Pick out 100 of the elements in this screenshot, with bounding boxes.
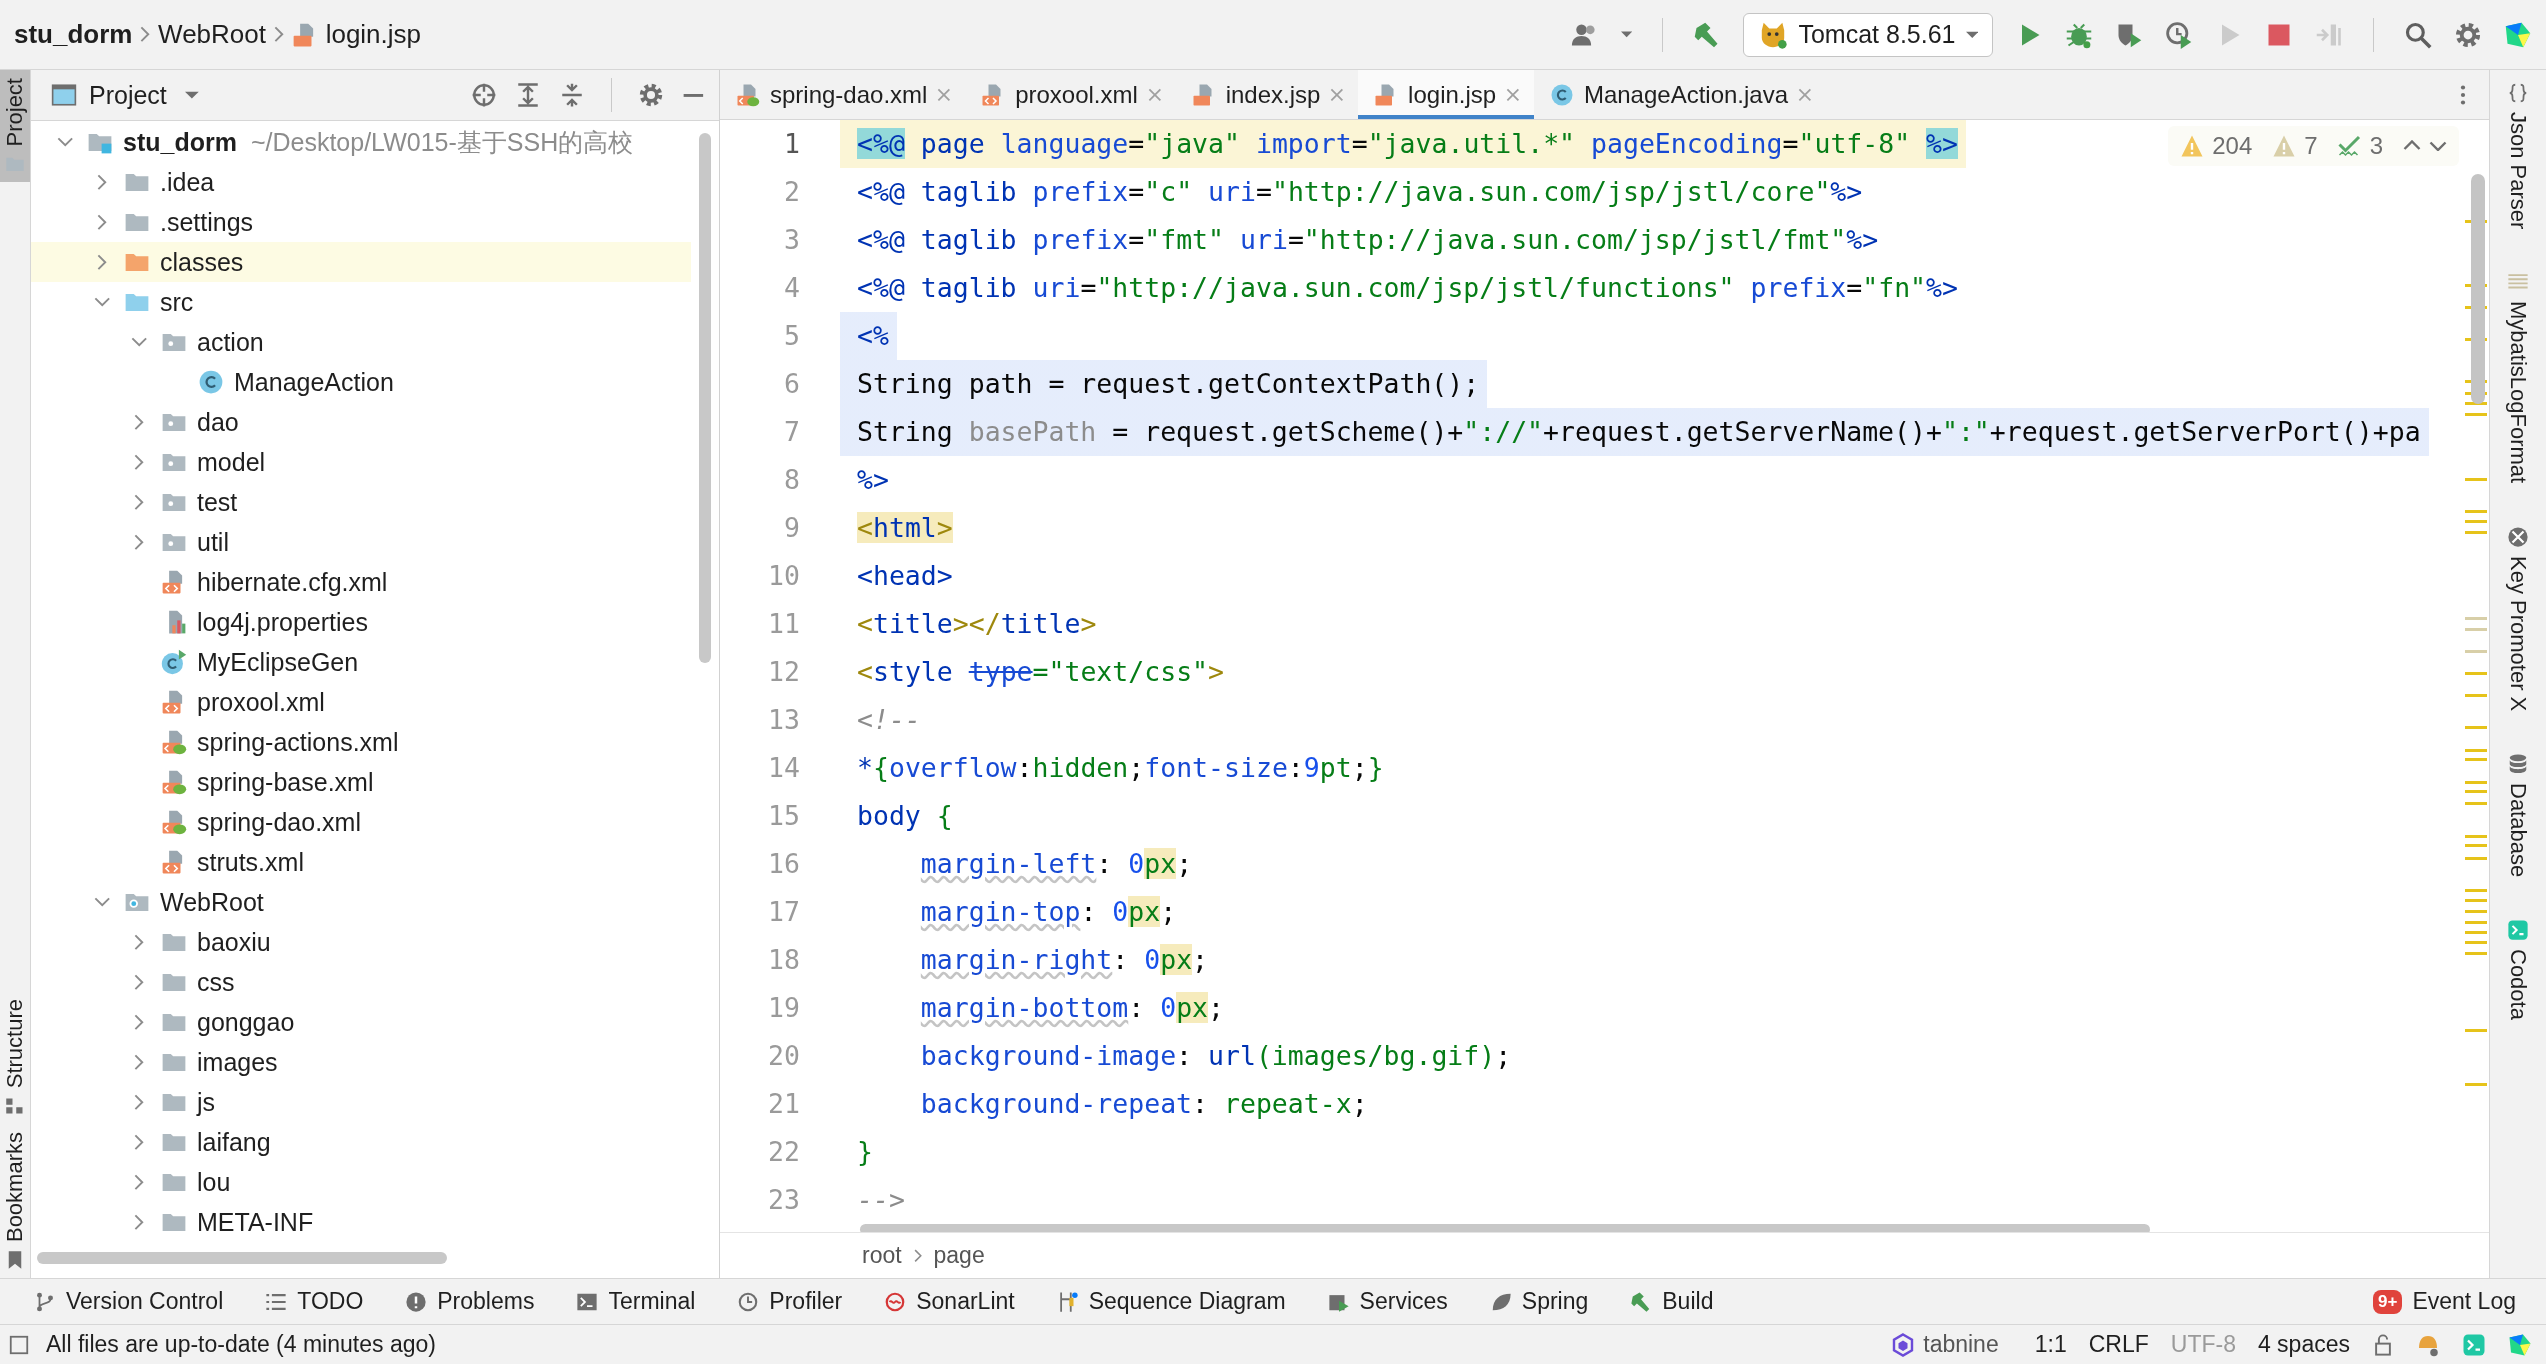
tool-window-tab[interactable]: Bookmarks — [0, 1123, 30, 1278]
tree-item[interactable]: META-INF — [197, 1207, 314, 1237]
tree-item[interactable]: gonggao — [197, 1007, 295, 1037]
tree-item[interactable]: spring-dao.xml — [197, 807, 361, 837]
chevron-right-icon[interactable] — [134, 493, 144, 511]
hexagon-icon[interactable] — [1891, 1332, 1916, 1357]
tree-item[interactable]: stu_dorm — [123, 127, 237, 157]
status-item[interactable]: CRLF — [2088, 1331, 2149, 1358]
chevron-up-icon[interactable] — [2403, 140, 2421, 152]
inspection-widget[interactable]: 204 7 3 — [2168, 126, 2459, 166]
tree-item[interactable]: spring-actions.xml — [197, 727, 399, 757]
lock-icon[interactable] — [2372, 1333, 2394, 1356]
tool-window-button[interactable]: Sequence Diagram — [1056, 1288, 1286, 1315]
breadcrumb-item[interactable]: login.jsp — [325, 19, 422, 50]
chevron-right-icon[interactable] — [97, 253, 107, 271]
event-log-button[interactable]: 9+ Event Log — [2373, 1288, 2516, 1315]
tool-window-tab[interactable]: Json Parser — [2505, 112, 2531, 230]
editor-tab[interactable]: index.jsp — [1175, 70, 1359, 119]
tree-item[interactable]: util — [197, 527, 229, 557]
tool-window-button[interactable]: SonarLint — [884, 1288, 1015, 1315]
close-icon[interactable] — [937, 87, 952, 102]
chevron-right-icon[interactable] — [134, 973, 144, 991]
tool-window-tab[interactable]: MybatisLogFormat — [2505, 301, 2531, 484]
tool-window-tab[interactable]: Structure — [0, 990, 30, 1124]
tool-window-button[interactable]: Build — [1630, 1288, 1714, 1315]
chevron-right-icon[interactable] — [97, 213, 107, 231]
database-icon[interactable] — [2507, 752, 2529, 775]
chevron-right-icon[interactable] — [134, 1133, 144, 1151]
tool-window-tab[interactable]: Database — [2505, 782, 2531, 878]
crosshair-icon[interactable] — [471, 82, 498, 108]
chevron-right-icon[interactable] — [134, 1093, 144, 1111]
settings-icon[interactable] — [638, 82, 665, 108]
tree-item[interactable]: lou — [197, 1167, 231, 1197]
tree-item[interactable]: js — [197, 1087, 216, 1117]
tool-window-button[interactable]: Spring — [1489, 1288, 1589, 1315]
tool-window-tab[interactable]: Project — [0, 70, 30, 183]
editor-tab[interactable]: proxool.xml — [965, 70, 1176, 119]
chevron-right-icon[interactable] — [134, 533, 144, 551]
breadcrumb-item[interactable]: stu_dorm — [14, 19, 133, 50]
tree-item[interactable]: action — [197, 327, 264, 357]
tree-item[interactable]: images — [197, 1047, 278, 1077]
tree-item[interactable]: model — [197, 447, 266, 477]
tree-item[interactable]: dao — [197, 407, 239, 437]
settings-icon[interactable] — [2454, 20, 2482, 49]
panel-title[interactable]: Project — [89, 80, 167, 110]
tree-item[interactable]: src — [160, 287, 194, 317]
tree-item[interactable]: classes — [160, 247, 244, 277]
chevron-right-icon[interactable] — [134, 1053, 144, 1071]
tree-item[interactable]: proxool.xml — [197, 687, 325, 717]
tree-item[interactable]: test — [197, 487, 238, 517]
chevron-down-icon[interactable] — [130, 337, 148, 347]
search-icon[interactable] — [2404, 20, 2432, 49]
tab-label[interactable]: login.jsp — [1408, 80, 1497, 109]
app-logo-icon[interactable] — [2504, 20, 2532, 49]
chevron-down-icon[interactable] — [93, 897, 111, 907]
clock-play-icon[interactable] — [2165, 20, 2193, 49]
tree-item[interactable]: hibernate.cfg.xml — [197, 567, 388, 597]
chevron-right-icon[interactable] — [134, 1173, 144, 1191]
chevron-right-icon[interactable] — [134, 933, 144, 951]
tree-item[interactable]: .idea — [160, 167, 215, 197]
scrollbar-thumb[interactable] — [699, 133, 711, 663]
tab-label[interactable]: index.jsp — [1225, 80, 1321, 109]
scrollbar-thumb[interactable] — [2471, 174, 2485, 404]
chevron-right-icon[interactable] — [97, 173, 107, 191]
chevron-right-icon[interactable] — [134, 453, 144, 471]
editor-tab[interactable]: spring-dao.xml — [720, 70, 966, 119]
editor-tab[interactable]: login.jsp — [1358, 70, 1534, 119]
tab-label[interactable]: spring-dao.xml — [770, 80, 928, 109]
close-icon[interactable] — [1798, 87, 1812, 102]
close-icon[interactable] — [1506, 87, 1520, 102]
chevron-down-icon[interactable] — [93, 297, 111, 307]
editor-tab[interactable]: ManageAction.java — [1533, 70, 1826, 119]
run-configuration-dropdown[interactable]: Tomcat 8.5.61 — [1743, 12, 1993, 57]
tool-window-button[interactable]: Problems — [405, 1288, 535, 1315]
tool-window-button[interactable]: Profiler — [737, 1288, 843, 1315]
chevron-right-icon[interactable] — [134, 413, 144, 431]
tool-window-button[interactable]: Terminal — [576, 1288, 696, 1315]
plugin-name[interactable]: tabnine — [1923, 1331, 1999, 1358]
tool-window-tab[interactable]: Key Promoter X — [2505, 555, 2531, 711]
tree-item[interactable]: MyEclipseGen — [197, 647, 359, 677]
tab-label[interactable]: ManageAction.java — [1583, 80, 1789, 109]
scrollbar-thumb[interactable] — [860, 1224, 2150, 1232]
tree-item[interactable]: ManageAction — [234, 367, 394, 397]
tool-window-button[interactable]: TODO — [265, 1288, 364, 1315]
terminal-icon[interactable] — [2507, 919, 2529, 942]
caret-icon[interactable] — [184, 90, 199, 100]
status-item[interactable]: 1:1 — [2034, 1331, 2067, 1358]
chevron-down-icon[interactable] — [56, 137, 74, 147]
tool-window-button[interactable]: Version Control — [34, 1288, 224, 1315]
breadcrumb-item[interactable]: page — [933, 1242, 985, 1269]
tab-label[interactable]: proxool.xml — [1015, 80, 1138, 109]
braces-icon[interactable] — [2507, 82, 2529, 104]
status-item[interactable]: 4 spaces — [2257, 1331, 2350, 1358]
chevron-right-icon[interactable] — [134, 1213, 144, 1231]
close-icon[interactable] — [1330, 87, 1345, 102]
tree-item[interactable]: WebRoot — [160, 887, 264, 917]
terminal-icon[interactable] — [2462, 1332, 2486, 1357]
tree-item[interactable]: struts.xml — [197, 847, 304, 877]
breadcrumb-item[interactable]: root — [862, 1242, 902, 1269]
chevron-down-icon[interactable] — [2429, 140, 2447, 152]
